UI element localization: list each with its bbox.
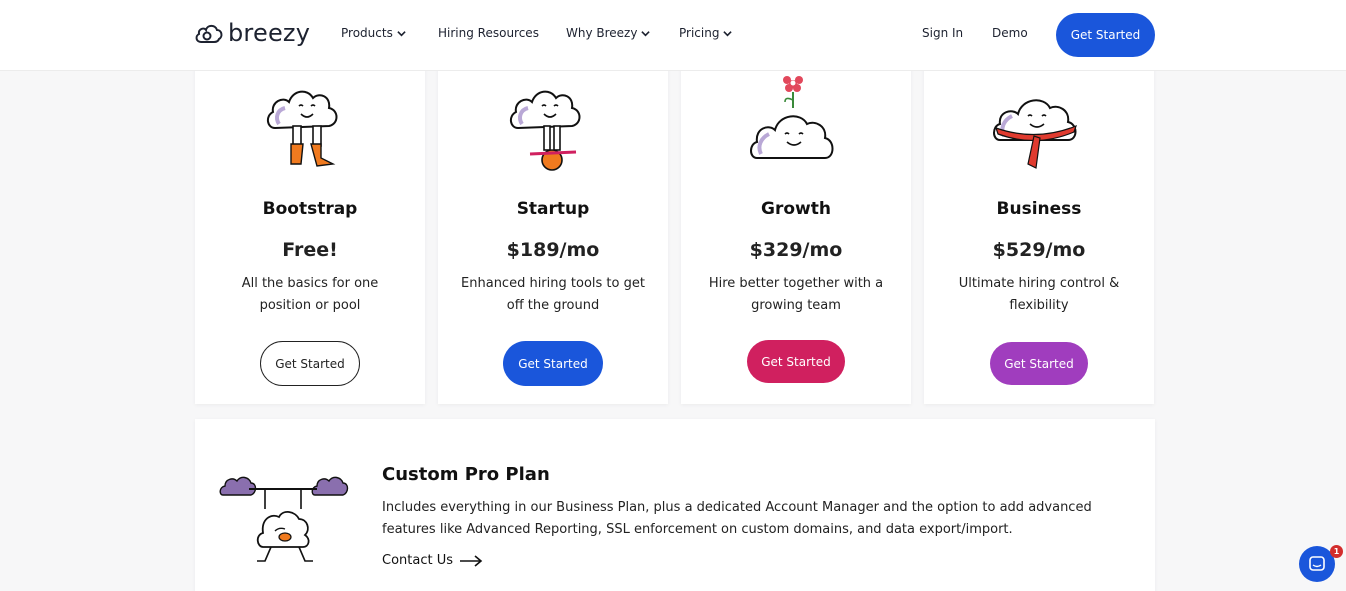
chat-icon <box>1309 556 1325 571</box>
nav-pricing-label: Pricing <box>679 26 720 40</box>
nav-hiring-resources[interactable]: Hiring Resources <box>438 26 539 40</box>
nav-products[interactable]: Products <box>341 26 406 40</box>
cloud-flower-illustration <box>750 76 834 159</box>
demo-label: Demo <box>992 26 1028 40</box>
custom-pro-plan-card: Custom Pro Plan Includes everything in o… <box>195 419 1155 591</box>
breezy-logo[interactable]: breezy <box>194 19 310 47</box>
notification-badge: 1 <box>1330 545 1343 558</box>
sign-in-link[interactable]: Sign In <box>922 26 963 40</box>
bootstrap-get-started-button[interactable]: Get Started <box>260 341 360 386</box>
plan-card-business: Business $529/mo Ultimate hiring control… <box>924 60 1154 404</box>
plan-name: Startup <box>516 199 590 219</box>
cloud-unicycle-illustration <box>510 90 581 171</box>
plan-description: Ultimate hiring control & flexibility <box>958 276 1120 313</box>
plan-description: Hire better together with a growing team <box>708 276 884 313</box>
cloud-logo-icon <box>195 24 223 43</box>
top-navigation: breezy Products Hiring Resources Why Bre… <box>0 0 1346 71</box>
plan-price: $329/mo <box>749 239 843 261</box>
contact-us-label: Contact Us <box>382 553 453 568</box>
custom-pro-description: Includes everything in our Business Plan… <box>382 500 1092 537</box>
nav-products-label: Products <box>341 26 393 40</box>
plan-card-bootstrap: Bootstrap Free! All the basics for one p… <box>195 60 425 404</box>
nav-hiring-resources-label: Hiring Resources <box>438 26 539 40</box>
startup-get-started-button[interactable]: Get Started <box>503 341 603 386</box>
nav-why-breezy[interactable]: Why Breezy <box>566 26 651 40</box>
nav-pricing[interactable]: Pricing <box>679 26 733 40</box>
demo-link[interactable]: Demo <box>992 26 1028 40</box>
chevron-down-icon <box>723 30 733 36</box>
plan-price: $189/mo <box>506 239 600 261</box>
custom-pro-title: Custom Pro Plan <box>382 464 550 485</box>
plan-description: Enhanced hiring tools to get off the gro… <box>461 276 645 313</box>
plan-name: Business <box>996 199 1082 219</box>
plan-card-growth: Growth $329/mo Hire better together with… <box>681 60 911 404</box>
get-started-button[interactable]: Get Started <box>1056 13 1155 57</box>
cloud-boots-illustration <box>267 90 338 167</box>
plan-description: All the basics for one position or pool <box>241 276 379 313</box>
sign-in-label: Sign In <box>922 26 964 40</box>
logo-text: breezy <box>228 19 311 47</box>
contact-us-link[interactable]: Contact Us <box>382 553 483 568</box>
business-get-started-button[interactable]: Get Started <box>990 342 1088 385</box>
cloud-weightlifter-illustration <box>219 476 349 562</box>
cloud-tie-illustration <box>993 99 1077 169</box>
chevron-down-icon <box>397 30 406 36</box>
plan-name: Bootstrap <box>262 199 358 219</box>
plan-name: Growth <box>761 199 831 219</box>
plan-price: $529/mo <box>992 239 1086 261</box>
plan-price: Free! <box>282 239 338 261</box>
growth-get-started-button[interactable]: Get Started <box>747 340 845 383</box>
plan-card-startup: Startup $189/mo Enhanced hiring tools to… <box>438 60 668 404</box>
nav-why-breezy-label: Why Breezy <box>566 26 638 40</box>
chevron-down-icon <box>641 30 651 36</box>
arrow-right-icon <box>460 554 483 567</box>
